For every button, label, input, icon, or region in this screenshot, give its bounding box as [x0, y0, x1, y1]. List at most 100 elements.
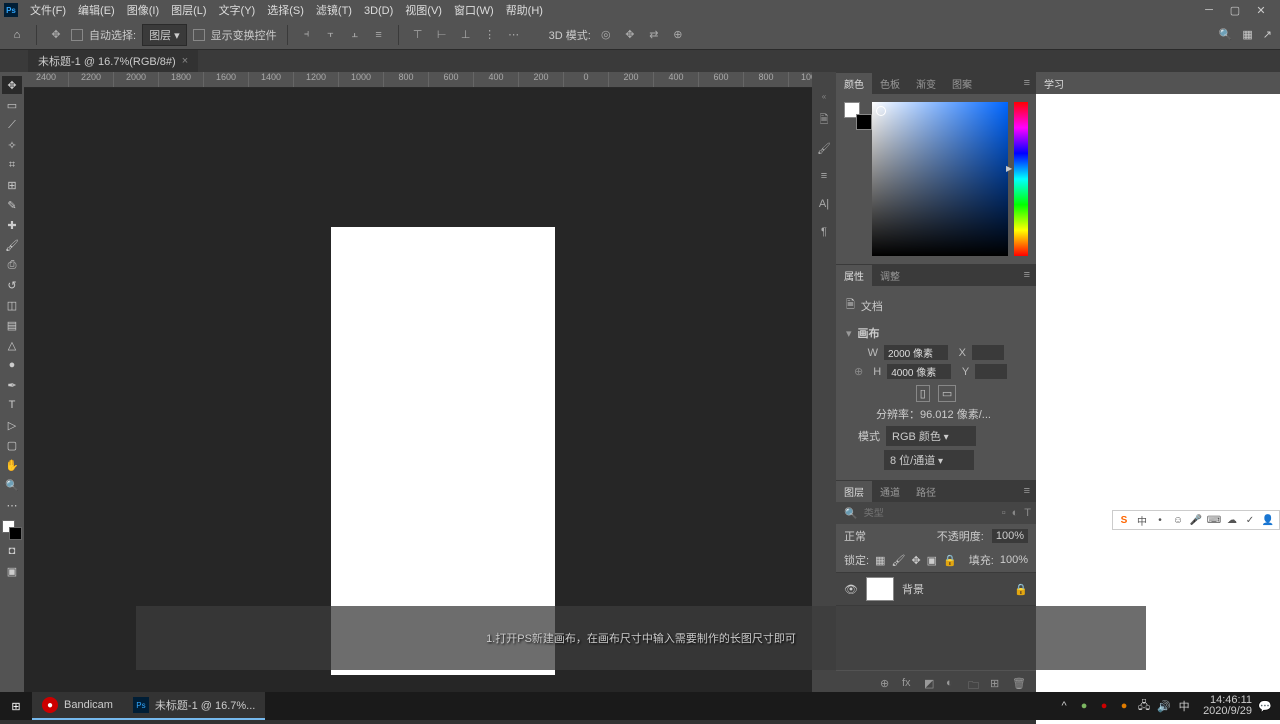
filter-pixel-icon[interactable]: ▫: [1002, 506, 1006, 520]
auto-select-checkbox[interactable]: [71, 29, 83, 41]
more-icon[interactable]: ⋯: [505, 26, 523, 44]
menu-item[interactable]: 视图(V): [399, 3, 448, 19]
taskbar-photoshop[interactable]: Ps 未标题-1 @ 16.7%...: [123, 692, 265, 720]
menu-item[interactable]: 文件(F): [24, 3, 72, 19]
maximize-button[interactable]: ▢: [1228, 4, 1242, 17]
foreground-background-swatch[interactable]: [844, 102, 866, 124]
filter-type-icon[interactable]: T: [1024, 506, 1031, 520]
align-right-icon[interactable]: ⫠: [346, 26, 364, 44]
character-panel-icon[interactable]: A|: [815, 195, 833, 213]
patterns-tab[interactable]: 图案: [944, 73, 980, 94]
3d-slide-icon[interactable]: ⇄: [645, 26, 663, 44]
lock-art-icon[interactable]: ▣: [927, 554, 937, 567]
3d-zoom-icon[interactable]: ⊕: [669, 26, 687, 44]
ime-lang[interactable]: 中: [1135, 513, 1149, 527]
zoom-tool[interactable]: 🔍: [2, 476, 22, 494]
taskbar-bandicam[interactable]: ● Bandicam: [32, 692, 123, 720]
align-vmid-icon[interactable]: ⊢: [433, 26, 451, 44]
minimize-button[interactable]: ─: [1202, 4, 1216, 17]
lock-trans-icon[interactable]: ▦: [875, 554, 885, 567]
menu-item[interactable]: 滤镜(T): [310, 3, 358, 19]
y-input[interactable]: [975, 364, 1007, 379]
menu-item[interactable]: 帮助(H): [500, 3, 549, 19]
saturation-field[interactable]: [872, 102, 1008, 256]
gradient-tool[interactable]: ▤: [2, 316, 22, 334]
tray-app-icon[interactable]: ●: [1117, 699, 1131, 713]
color-tab[interactable]: 颜色: [836, 73, 872, 94]
hand-tool[interactable]: ✋: [2, 456, 22, 474]
clock[interactable]: 14:46:11 2020/9/29: [1203, 695, 1252, 717]
pen-tool[interactable]: ✒: [2, 376, 22, 394]
workspace-icon[interactable]: ▦: [1242, 28, 1252, 41]
adjustments-tab[interactable]: 调整: [872, 265, 908, 286]
frame-tool[interactable]: ⊞: [2, 176, 22, 194]
menu-item[interactable]: 编辑(E): [72, 3, 121, 19]
blend-mode-combo[interactable]: 正常: [844, 528, 866, 544]
lasso-tool[interactable]: ⟋: [2, 116, 22, 134]
record-icon[interactable]: ●: [1097, 699, 1111, 713]
fill-value[interactable]: 100%: [1000, 554, 1028, 566]
path-tool[interactable]: ▷: [2, 416, 22, 434]
landscape-icon[interactable]: ▭: [938, 385, 956, 402]
link-icon[interactable]: ⊕: [854, 365, 863, 378]
quickmask-tool[interactable]: ◘: [2, 542, 22, 560]
menu-item[interactable]: 文字(Y): [213, 3, 262, 19]
ime-check[interactable]: ✓: [1243, 513, 1257, 527]
brush-panel-icon[interactable]: 🖌: [815, 139, 833, 157]
brush-preset-icon[interactable]: ≡: [815, 167, 833, 185]
network-icon[interactable]: 🖧: [1137, 699, 1151, 713]
show-transform-checkbox[interactable]: [193, 29, 205, 41]
filter-adjust-icon[interactable]: ◐: [1012, 506, 1019, 520]
stamp-tool[interactable]: ⎙: [2, 256, 22, 274]
learn-tab[interactable]: 学习: [1036, 73, 1072, 94]
menu-item[interactable]: 图层(L): [165, 3, 212, 19]
share-icon[interactable]: ↗: [1263, 28, 1272, 41]
auto-select-combo[interactable]: 图层 ▾: [142, 24, 187, 46]
ime-cloud[interactable]: ☁: [1225, 513, 1239, 527]
document-tab[interactable]: 未标题-1 @ 16.7%(RGB/8#) ×: [28, 50, 198, 72]
menu-item[interactable]: 3D(D): [358, 3, 399, 19]
layers-tab[interactable]: 图层: [836, 481, 872, 502]
menu-item[interactable]: 窗口(W): [448, 3, 500, 19]
move-tool[interactable]: ✥: [2, 76, 22, 94]
menu-item[interactable]: 图像(I): [121, 3, 165, 19]
properties-tab[interactable]: 属性: [836, 265, 872, 286]
wand-tool[interactable]: ✧: [2, 136, 22, 154]
align-center-icon[interactable]: ⫟: [322, 26, 340, 44]
search-icon[interactable]: 🔍: [1219, 28, 1233, 41]
distribute-icon[interactable]: ≡: [370, 26, 388, 44]
ime-punct[interactable]: •: [1153, 513, 1167, 527]
type-tool[interactable]: T: [2, 396, 22, 414]
layer-background[interactable]: 👁 背景 🔒: [836, 572, 1036, 606]
panel-menu-icon[interactable]: ≡: [1024, 77, 1036, 89]
tab-close-icon[interactable]: ×: [182, 55, 188, 67]
shape-tool[interactable]: ▢: [2, 436, 22, 454]
menu-item[interactable]: 选择(S): [261, 3, 310, 19]
ime-keyboard[interactable]: ⌨: [1207, 513, 1221, 527]
portrait-icon[interactable]: ▯: [916, 385, 930, 402]
panel-menu-icon[interactable]: ≡: [1024, 485, 1036, 497]
sogou-icon[interactable]: S: [1117, 513, 1131, 527]
filter-icon[interactable]: 🔍: [844, 507, 858, 520]
bit-depth-combo[interactable]: 8 位/通道 ▾: [884, 450, 974, 470]
wechat-icon[interactable]: ●: [1077, 699, 1091, 713]
gradients-tab[interactable]: 渐变: [908, 73, 944, 94]
width-input[interactable]: [884, 345, 948, 360]
close-button[interactable]: ✕: [1254, 4, 1268, 17]
ime-emoji[interactable]: ☺: [1171, 513, 1185, 527]
align-left-icon[interactable]: ⫞: [298, 26, 316, 44]
start-button[interactable]: ⊞: [0, 692, 32, 720]
tray-up-icon[interactable]: ^: [1057, 699, 1071, 713]
brush-tool[interactable]: 🖌: [2, 236, 22, 254]
layer-filter-input[interactable]: [864, 508, 996, 519]
align-top-icon[interactable]: ⊤: [409, 26, 427, 44]
channels-tab[interactable]: 通道: [872, 481, 908, 502]
paths-tab[interactable]: 路径: [908, 481, 944, 502]
3d-pan-icon[interactable]: ✥: [621, 26, 639, 44]
blur-tool[interactable]: △: [2, 336, 22, 354]
marquee-tool[interactable]: ▭: [2, 96, 22, 114]
x-input[interactable]: [972, 345, 1004, 360]
visibility-icon[interactable]: 👁: [844, 583, 858, 596]
distribute-v-icon[interactable]: ⋮: [481, 26, 499, 44]
screenmode-tool[interactable]: ▣: [2, 562, 22, 580]
